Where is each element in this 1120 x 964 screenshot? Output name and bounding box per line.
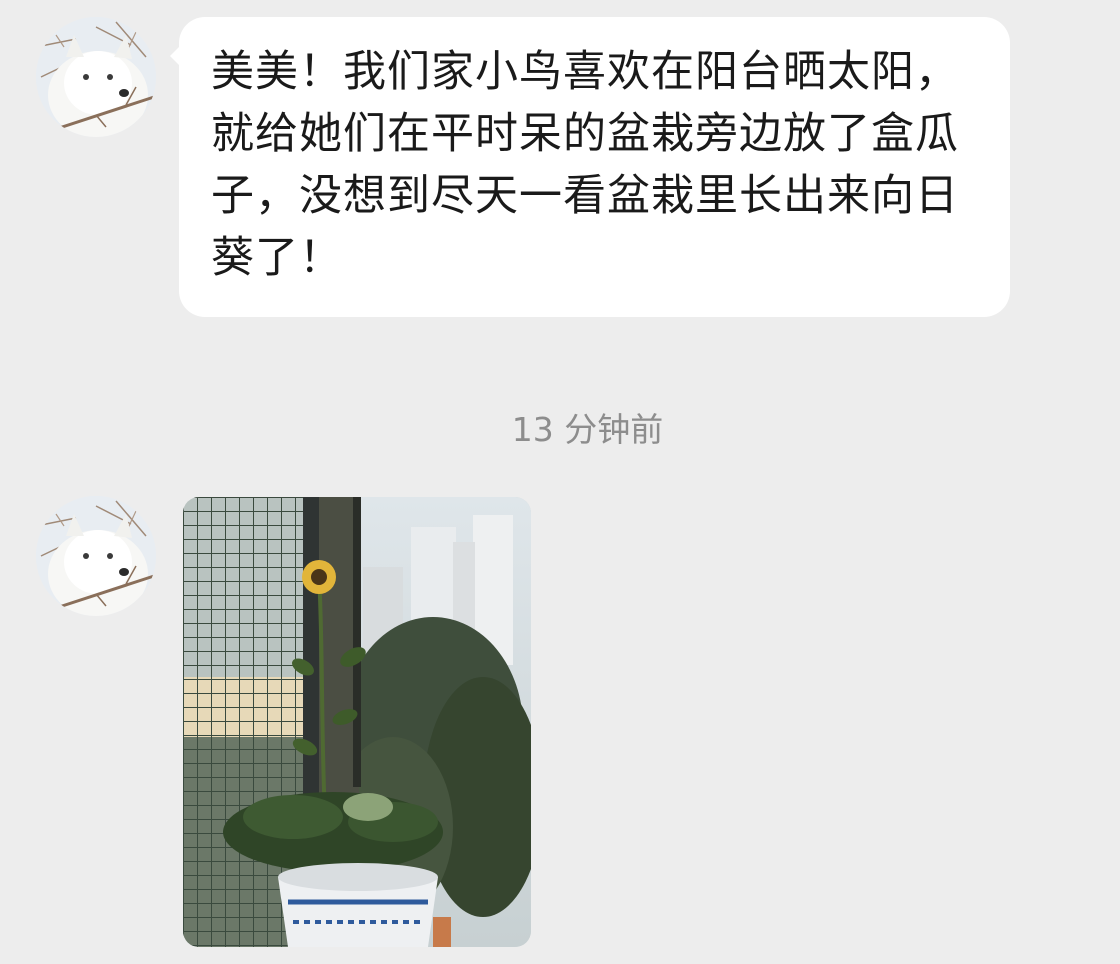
sunflower-photo <box>183 497 531 947</box>
sender-avatar[interactable] <box>36 17 156 137</box>
message-timestamp: 13 分钟前 <box>511 410 664 449</box>
puppy-avatar-image <box>36 496 156 616</box>
sender-avatar[interactable] <box>36 496 156 616</box>
chat-area: 美美！我们家小鸟喜欢在阳台晒太阳，就给她们在平时呆的盆栽旁边放了盒瓜子，没想到尽… <box>0 0 1120 964</box>
image-message[interactable] <box>183 497 531 947</box>
puppy-avatar-image <box>36 17 156 137</box>
message-text: 美美！我们家小鸟喜欢在阳台晒太阳，就给她们在平时呆的盆栽旁边放了盒瓜子，没想到尽… <box>211 47 959 283</box>
message-bubble[interactable]: 美美！我们家小鸟喜欢在阳台晒太阳，就给她们在平时呆的盆栽旁边放了盒瓜子，没想到尽… <box>170 17 1010 317</box>
